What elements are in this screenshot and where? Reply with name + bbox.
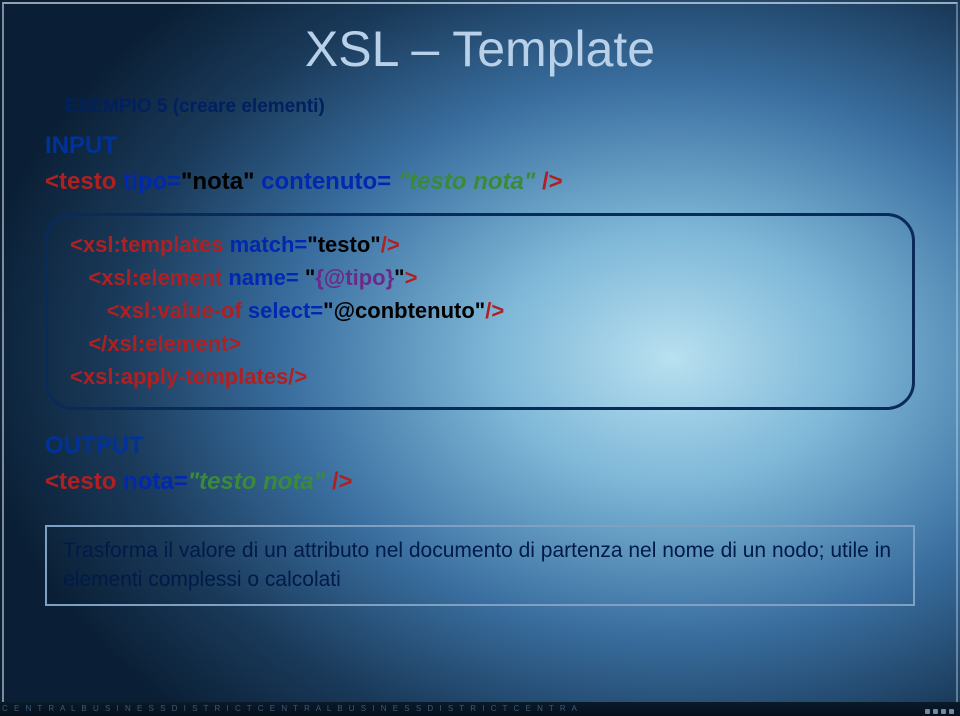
slide-content: XSL – Template ESEMPIO 5 (creare element… — [0, 0, 960, 702]
code-line-2: <xsl:element name= "{@tipo}"> — [70, 261, 890, 294]
angle-bracket: < — [45, 468, 59, 495]
equals: = — [377, 168, 398, 195]
quote: " — [243, 168, 254, 195]
quote: " — [314, 468, 332, 495]
output-label: OUTPUT — [45, 432, 915, 460]
attr-name: tipo — [116, 168, 167, 195]
code-line-1: <xsl:templates match="testo"/> — [70, 228, 890, 261]
quote: " — [188, 468, 199, 495]
code-line-3: <xsl:value-of select="@conbtenuto"/> — [70, 294, 890, 327]
footer-text: C E N T R A L B U S I N E S S D I S T R … — [2, 704, 579, 713]
attr-value: testo nota — [409, 168, 524, 195]
output-code: <testo nota="testo nota" /> — [45, 466, 915, 497]
tag-name: testo — [59, 168, 116, 195]
input-label: INPUT — [45, 132, 915, 160]
code-line-5: <xsl:apply-templates/> — [70, 360, 890, 393]
xsl-code-block: <xsl:templates match="testo"/> <xsl:elem… — [45, 213, 915, 410]
tag-name: testo — [59, 468, 116, 495]
attr-name: contenuto — [254, 168, 377, 195]
self-close: /> — [542, 168, 563, 195]
slide-title: XSL – Template — [45, 20, 915, 78]
attr-value: testo nota — [199, 468, 314, 495]
caption-box: Trasforma il valore di un attributo nel … — [45, 525, 915, 606]
quote: " — [398, 168, 409, 195]
input-code: <testo tipo="nota" contenuto= "testo not… — [45, 166, 915, 197]
example-subtitle: ESEMPIO 5 (creare elementi) — [65, 96, 915, 118]
footer-strip: C E N T R A L B U S I N E S S D I S T R … — [0, 702, 960, 716]
self-close: /> — [332, 468, 353, 495]
quote: " — [181, 168, 192, 195]
footer-dots-icon — [925, 709, 954, 714]
equals: = — [174, 468, 188, 495]
equals: = — [167, 168, 181, 195]
attr-value: nota — [192, 168, 243, 195]
code-line-4: </xsl:element> — [70, 327, 890, 360]
attr-name: nota — [116, 468, 173, 495]
quote: " — [524, 168, 542, 195]
angle-bracket: < — [45, 168, 59, 195]
output-block: OUTPUT <testo nota="testo nota" /> — [45, 432, 915, 497]
